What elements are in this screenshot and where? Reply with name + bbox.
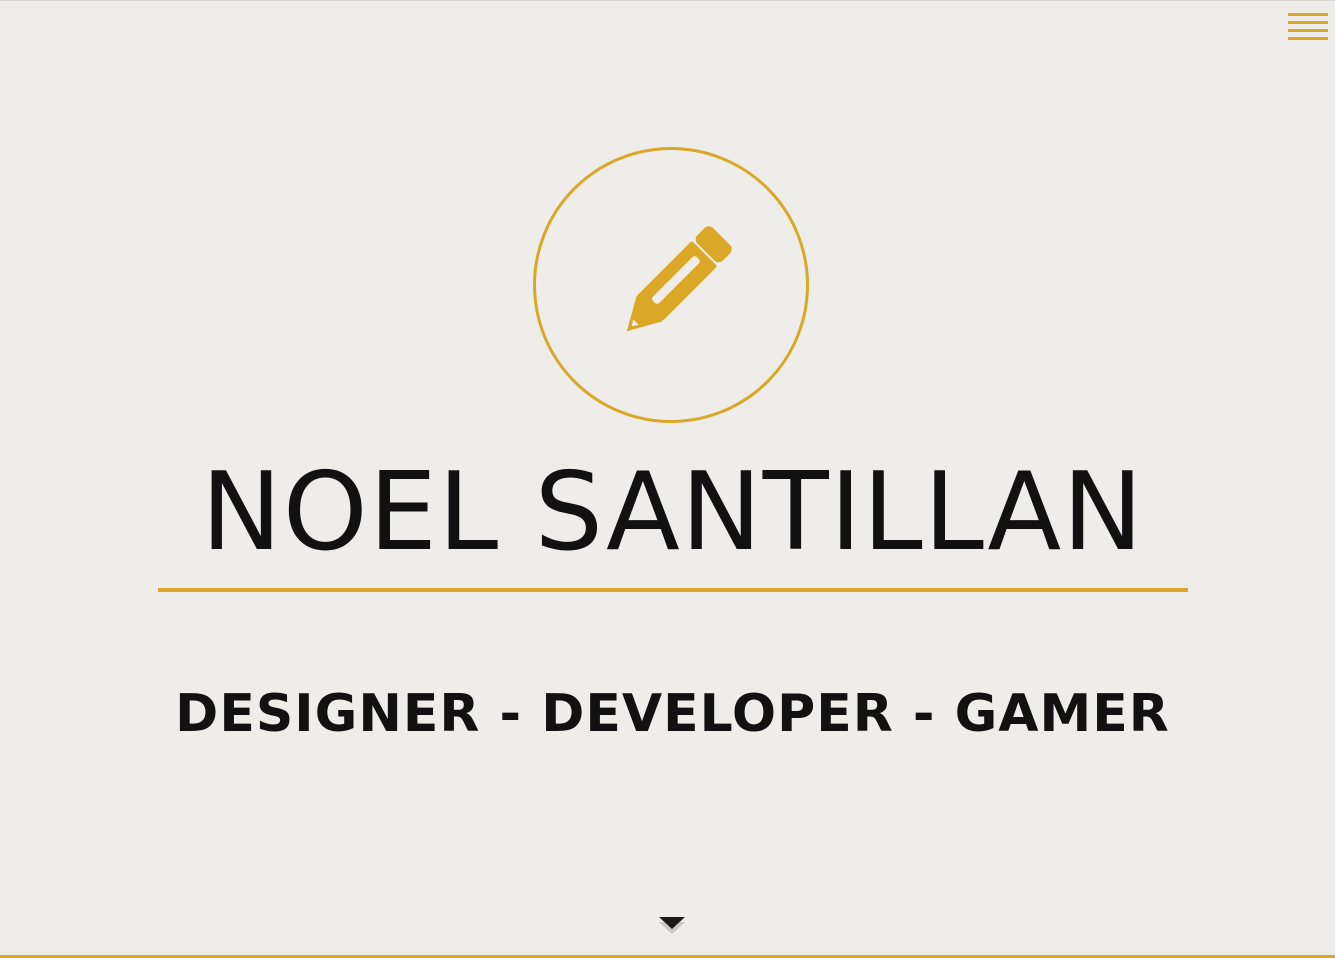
- menu-bar: [1288, 29, 1328, 32]
- pencil-icon: [626, 226, 732, 332]
- page-title: NOEL SANTILLAN: [200, 450, 1145, 575]
- tagline: DESIGNER - DEVELOPER - GAMER: [175, 684, 1170, 744]
- menu-bar: [1288, 37, 1328, 40]
- hero-icon-circle: [533, 147, 809, 423]
- title-underline: [158, 588, 1188, 592]
- chevron-down-icon[interactable]: [657, 915, 687, 935]
- hamburger-menu-icon[interactable]: [1288, 13, 1328, 48]
- menu-bar: [1288, 13, 1328, 16]
- menu-bar: [1288, 21, 1328, 24]
